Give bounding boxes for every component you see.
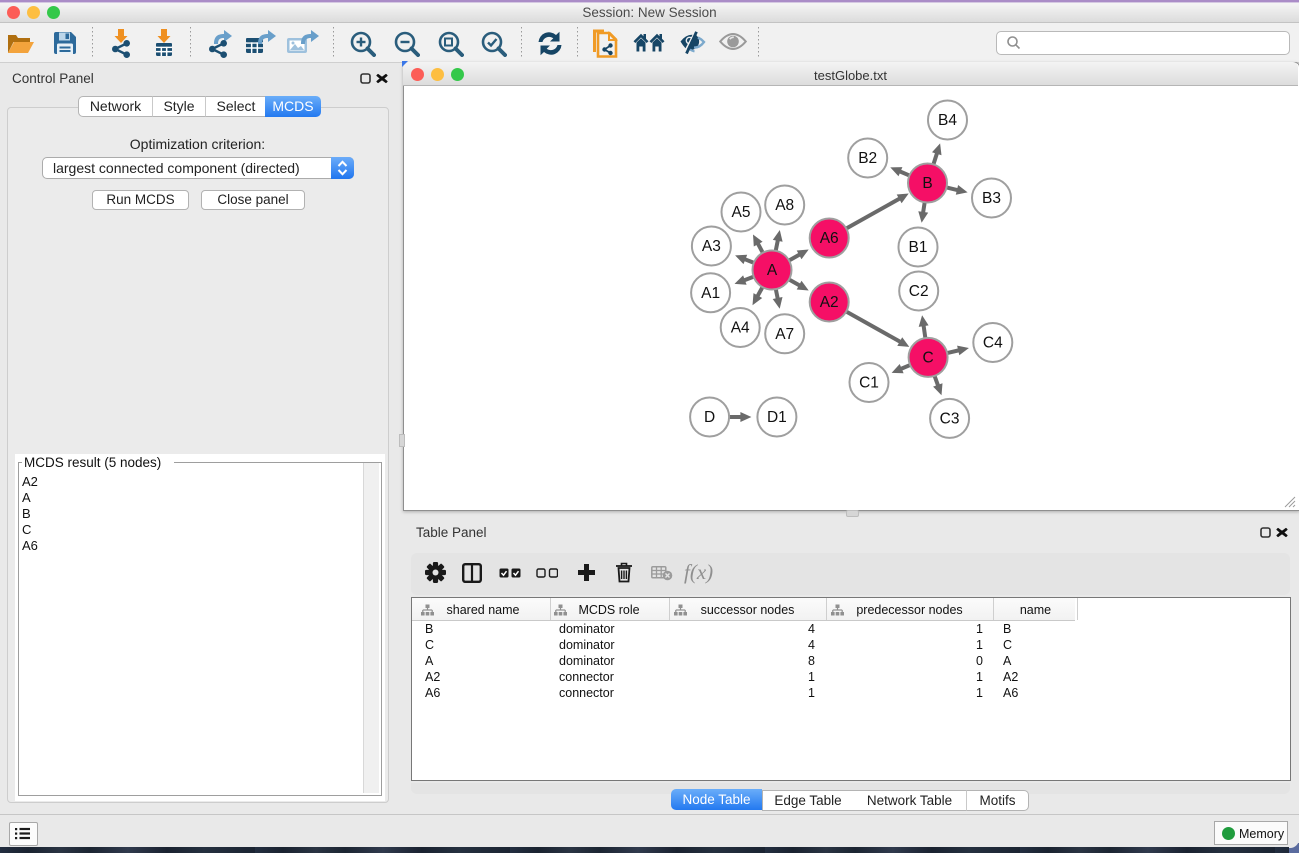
svg-text:A7: A7 [775,326,794,343]
svg-text:B2: B2 [858,150,877,167]
svg-text:A8: A8 [775,197,794,214]
svg-text:C2: C2 [909,283,929,300]
svg-text:B3: B3 [982,190,1001,207]
svg-text:C3: C3 [940,411,960,428]
svg-text:A4: A4 [731,320,750,337]
svg-text:B: B [922,175,932,192]
svg-text:C1: C1 [859,375,879,392]
svg-text:A2: A2 [820,294,839,311]
svg-text:B4: B4 [938,112,957,129]
svg-text:A: A [767,262,778,279]
svg-text:C: C [922,350,933,367]
svg-text:A5: A5 [732,204,751,221]
svg-text:D1: D1 [767,409,787,426]
svg-text:C4: C4 [983,335,1003,352]
svg-text:B1: B1 [909,239,928,256]
svg-text:D: D [704,409,715,426]
svg-text:A3: A3 [702,238,721,255]
svg-text:A6: A6 [820,230,839,247]
svg-text:A1: A1 [701,285,720,302]
